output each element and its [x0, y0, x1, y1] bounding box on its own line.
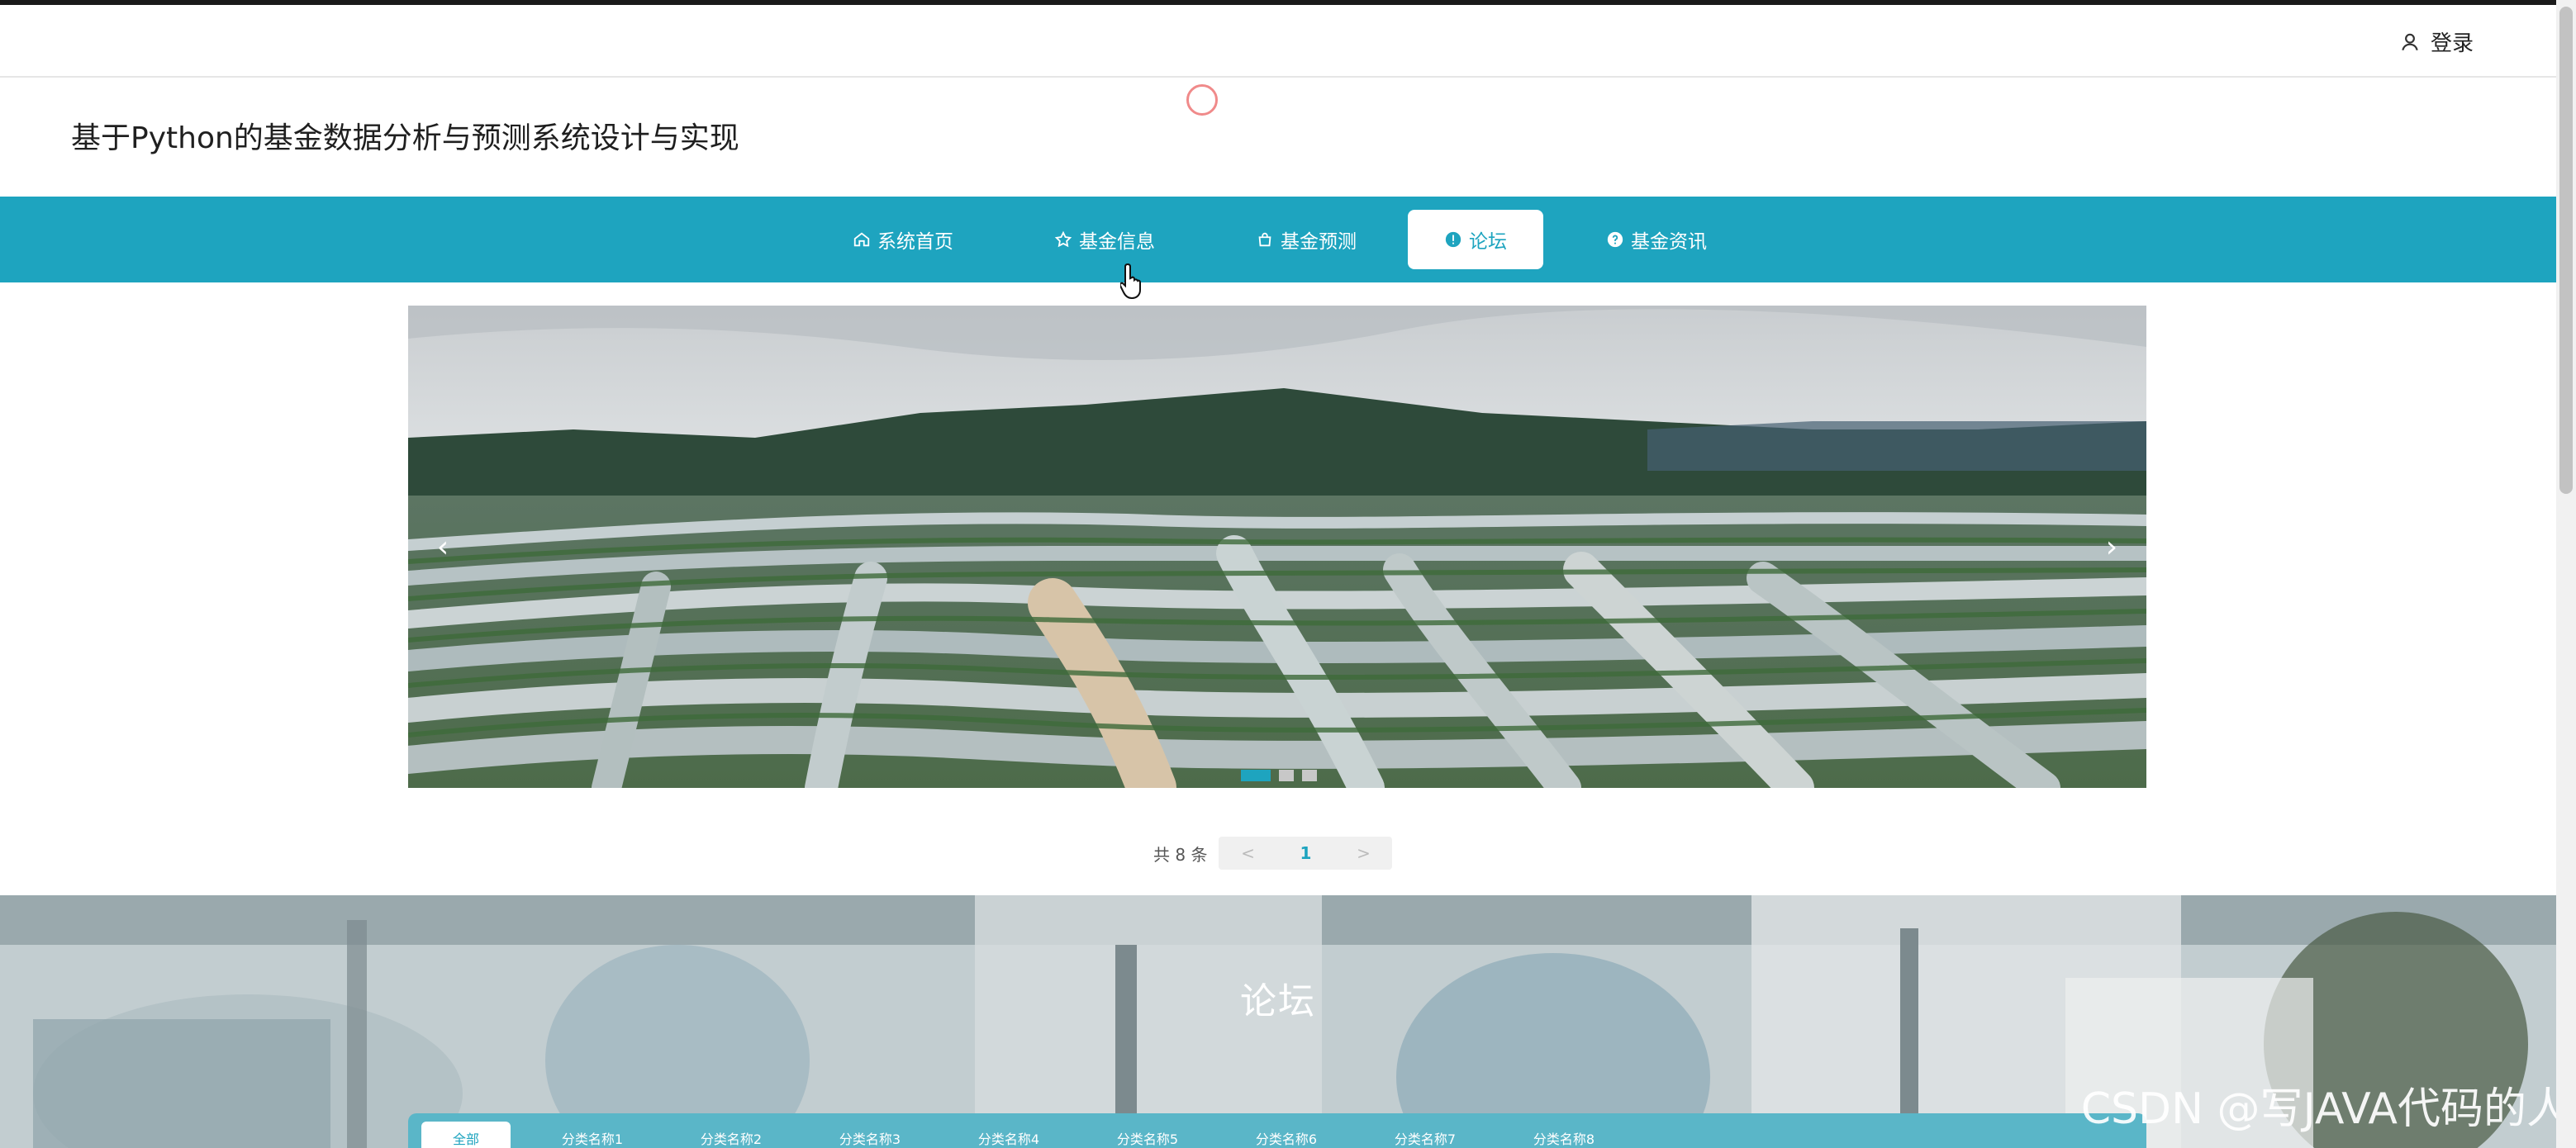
nav-item-label: 基金预测 — [1281, 231, 1357, 253]
forum-title: 论坛 — [1240, 980, 1316, 1022]
bag-icon — [1258, 232, 1271, 247]
scrollbar-thumb[interactable] — [2559, 7, 2573, 494]
login-label: 登录 — [2430, 31, 2474, 56]
nav-item-fund-forecast[interactable]: 基金预测 — [1236, 210, 1376, 269]
category-tab-all[interactable]: 全部 — [421, 1122, 511, 1148]
nav-item-label: 基金资讯 — [1631, 231, 1707, 253]
pagination-prev-button[interactable]: < — [1219, 837, 1276, 870]
pagination-next-button[interactable]: > — [1334, 837, 1392, 870]
main-nav: 系统首页 基金信息 基金预测 论坛 基金资讯 — [0, 197, 2556, 282]
banner-image — [408, 306, 2146, 788]
page-scrollbar[interactable] — [2556, 0, 2576, 1148]
carousel-dot[interactable] — [1241, 770, 1271, 781]
carousel-next-button[interactable]: › — [2095, 522, 2128, 572]
nav-item-label: 系统首页 — [877, 231, 953, 253]
nav-item-label: 论坛 — [1469, 231, 1507, 253]
category-tab[interactable]: 分类名称8 — [1510, 1122, 1618, 1148]
nav-item-label: 基金信息 — [1079, 231, 1155, 253]
category-tab[interactable]: 分类名称7 — [1371, 1122, 1479, 1148]
user-icon — [2402, 33, 2418, 50]
star-icon — [1054, 230, 1072, 248]
pagination-controls: < 1 > — [1219, 837, 1393, 870]
carousel-dot[interactable] — [1279, 770, 1294, 781]
category-tab[interactable]: 分类名称1 — [539, 1122, 646, 1148]
top-bar: 登录 — [0, 0, 2556, 78]
mouse-pointer-icon — [1120, 263, 1141, 299]
forum-category-tabs: 全部 分类名称1 分类名称2 分类名称3 分类名称4 分类名称5 分类名称6 分… — [408, 1113, 2146, 1148]
pagination: 共 8 条 < 1 > — [1153, 837, 1393, 870]
category-tab[interactable]: 分类名称6 — [1233, 1122, 1340, 1148]
nav-item-fund-info[interactable]: 基金信息 — [1034, 210, 1175, 269]
category-tab[interactable]: 分类名称2 — [677, 1122, 785, 1148]
pagination-page-number[interactable]: 1 — [1276, 837, 1334, 870]
login-link[interactable]: 登录 — [2399, 26, 2474, 57]
watermark-text: CSDN @写JAVA代码的人 — [2080, 1084, 2569, 1134]
question-circle-icon — [1607, 231, 1623, 248]
nav-item-home[interactable]: 系统首页 — [833, 210, 973, 269]
carousel-dot[interactable] — [1302, 770, 1317, 781]
category-tab[interactable]: 分类名称5 — [1094, 1122, 1201, 1148]
carousel-prev-button[interactable]: ‹ — [426, 522, 459, 572]
category-tab[interactable]: 分类名称4 — [955, 1122, 1062, 1148]
pagination-total: 共 8 条 — [1153, 844, 1208, 865]
site-title: 基于Python的基金数据分析与预测系统设计与实现 — [71, 121, 739, 155]
nav-item-fund-news[interactable]: 基金资讯 — [1586, 210, 1727, 269]
banner-carousel[interactable]: ‹ › — [408, 306, 2146, 788]
nav-item-forum[interactable]: 论坛 — [1408, 210, 1543, 269]
category-tab[interactable]: 分类名称3 — [816, 1122, 924, 1148]
loading-spinner-icon — [1186, 84, 1218, 116]
info-circle-icon — [1445, 231, 1461, 248]
home-icon — [853, 232, 870, 247]
nav-list: 系统首页 基金信息 基金预测 论坛 基金资讯 — [0, 197, 2556, 282]
carousel-indicators — [1241, 770, 1317, 781]
